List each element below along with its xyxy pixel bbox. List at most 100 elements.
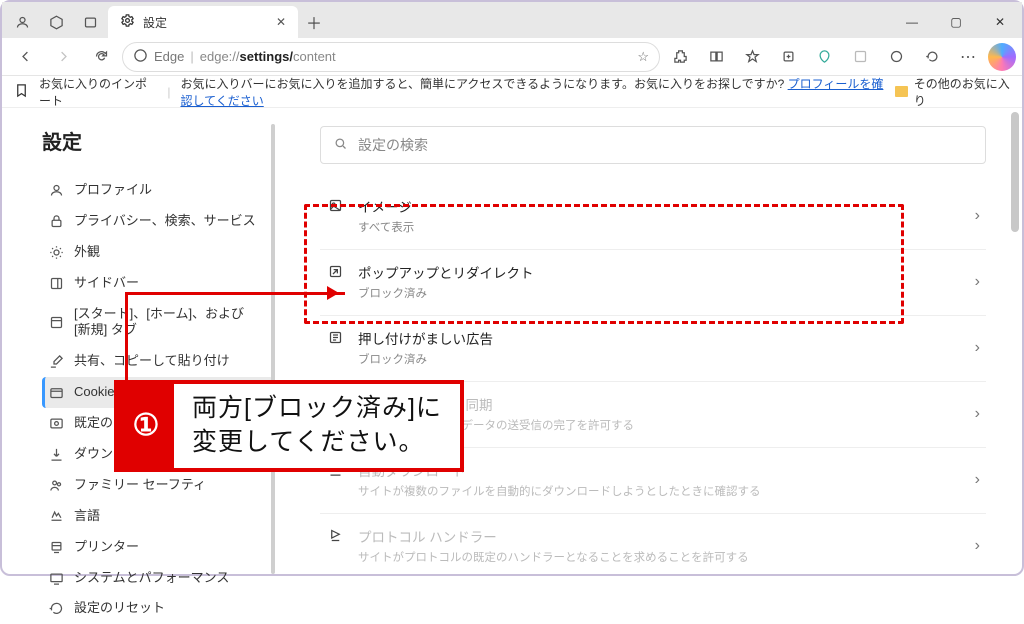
refresh-button[interactable] <box>84 42 118 72</box>
chevron-right-icon: › <box>975 339 980 357</box>
settings-search[interactable]: 設定の検索 <box>320 126 986 164</box>
more-icon[interactable]: ⋯ <box>952 42 984 72</box>
tab-title: 設定 <box>143 14 167 31</box>
sidebar-item-label: 外観 <box>74 244 100 261</box>
setting-title: 押し付けがましい広告 <box>358 328 961 348</box>
sidebar-item-13[interactable]: 設定のリセット <box>42 593 274 624</box>
url-box[interactable]: Edge | edge://settings/content ☆ <box>122 42 660 72</box>
bookmark-import-icon <box>14 83 29 101</box>
sidebar-icon <box>48 508 64 524</box>
sidebar-icon <box>48 446 64 462</box>
sidebar-item-label: 設定のリセット <box>74 600 165 617</box>
sidebar-item-label: 共有、コピーして貼り付け <box>74 353 230 370</box>
sidebar-icon <box>48 354 64 370</box>
annotation-arrow <box>125 292 345 295</box>
setting-row-1[interactable]: ポップアップとリダイレクトブロック済み› <box>320 249 986 315</box>
workspaces-icon[interactable] <box>40 6 72 38</box>
chevron-right-icon: › <box>975 471 980 489</box>
sidebar-icon <box>48 539 64 555</box>
sidebar-icon <box>48 385 64 401</box>
tab-settings[interactable]: 設定 ✕ <box>108 6 298 38</box>
setting-title: ポップアップとリダイレクト <box>358 262 961 282</box>
page-scrollbar[interactable] <box>1011 112 1019 232</box>
setting-row-2[interactable]: 押し付けがましい広告ブロック済み› <box>320 315 986 381</box>
downloads-icon[interactable] <box>880 42 912 72</box>
setting-subtitle: すべて表示 <box>358 219 961 235</box>
address-bar: Edge | edge://settings/content ☆ ⋯ <box>2 38 1022 76</box>
sidebar-item-2[interactable]: 外観 <box>42 237 274 268</box>
setting-row-5[interactable]: プロトコル ハンドラーサイトがプロトコルの既定のハンドラーとなることを求めること… <box>320 513 986 574</box>
extensions-icon[interactable] <box>664 42 696 72</box>
sidebar-item-label: プロファイル <box>74 182 152 199</box>
new-tab-button[interactable]: ＋ <box>300 10 328 34</box>
url-path: edge://settings/content <box>200 49 336 64</box>
sidebar-item-4[interactable]: [スタート]、[ホーム]、および [新規] タブ <box>42 299 274 347</box>
favorites-icon[interactable] <box>736 42 768 72</box>
forward-button <box>46 42 80 72</box>
folder-icon <box>895 86 907 97</box>
browser-essentials-icon[interactable] <box>808 42 840 72</box>
sidebar-icon <box>48 275 64 291</box>
collections-icon[interactable] <box>772 42 804 72</box>
sidebar-icon <box>48 570 64 586</box>
search-icon <box>333 136 348 154</box>
setting-subtitle: サイトが複数のファイルを自動的にダウンロードしようとしたときに確認する <box>358 483 961 499</box>
settings-sidebar: 設定 プロファイルプライバシー、検索、サービス外観サイドバー [スタート]、[ホー… <box>2 108 274 574</box>
setting-title: イメージ <box>358 196 961 216</box>
sidebar-icon <box>48 213 64 229</box>
edge-logo-icon <box>133 48 148 66</box>
close-icon[interactable]: ✕ <box>272 15 290 29</box>
split-screen-icon[interactable] <box>700 42 732 72</box>
sidebar-item-label: 言語 <box>74 508 100 525</box>
setting-icon <box>326 526 344 565</box>
minimize-button[interactable]: ― <box>890 6 934 38</box>
chevron-right-icon: › <box>975 537 980 555</box>
sidebar-item-label: プリンター <box>74 539 139 556</box>
sidebar-item-label: プライバシー、検索、サービス <box>74 213 256 230</box>
chevron-right-icon: › <box>975 405 980 423</box>
read-aloud-icon[interactable] <box>844 42 876 72</box>
settings-heading: 設定 <box>42 126 274 155</box>
sidebar-icon <box>48 182 64 198</box>
annotation-callout: ① 両方[ブロック済み]に変更してください。 <box>114 380 464 472</box>
sidebar-item-1[interactable]: プライバシー、検索、サービス <box>42 206 274 237</box>
search-placeholder: 設定の検索 <box>358 135 428 155</box>
back-button[interactable] <box>8 42 42 72</box>
sidebar-icon <box>48 477 64 493</box>
favorite-star-icon[interactable]: ☆ <box>637 49 649 65</box>
setting-title: プロトコル ハンドラー <box>358 526 961 546</box>
settings-main: 設定の検索 イメージすべて表示›ポップアップとリダイレクトブロック済み›押し付け… <box>274 108 1022 574</box>
close-window-button[interactable]: ✕ <box>978 6 1022 38</box>
sidebar-icon <box>48 416 64 432</box>
sidebar-icon <box>48 314 64 330</box>
import-favorites[interactable]: お気に入りのインポート <box>39 75 157 109</box>
other-favorites[interactable]: その他のお気に入り <box>914 75 1010 109</box>
tab-actions-icon[interactable] <box>74 6 106 38</box>
profile-icon[interactable] <box>6 6 38 38</box>
annotation-arrow-stem <box>125 292 128 380</box>
setting-icon <box>326 328 344 367</box>
sidebar-icon <box>48 244 64 260</box>
sidebar-item-9[interactable]: ファミリー セーフティ <box>42 470 274 501</box>
sidebar-item-5[interactable]: 共有、コピーして貼り付け <box>42 346 274 377</box>
setting-row-0[interactable]: イメージすべて表示 › <box>320 184 986 249</box>
chevron-right-icon: › <box>975 207 980 225</box>
sidebar-item-label: ファミリー セーフティ <box>74 477 206 494</box>
sidebar-item-label: サイドバー <box>74 275 139 292</box>
copilot-icon[interactable] <box>988 43 1016 71</box>
gear-icon <box>120 13 135 31</box>
sidebar-item-0[interactable]: プロファイル <box>42 175 274 206</box>
sidebar-icon <box>48 601 64 617</box>
history-icon[interactable] <box>916 42 948 72</box>
sidebar-item-label: [スタート]、[ホーム]、および [新規] タブ <box>74 306 264 340</box>
sidebar-item-label: システムとパフォーマンス <box>74 570 229 587</box>
setting-subtitle: サイトがプロトコルの既定のハンドラーとなることを求めることを許可する <box>358 549 961 565</box>
titlebar: 設定 ✕ ＋ ― ▢ ✕ <box>2 2 1022 38</box>
sidebar-item-10[interactable]: 言語 <box>42 501 274 532</box>
callout-text: 両方[ブロック済み]に変更してください。 <box>174 384 460 468</box>
sidebar-item-12[interactable]: システムとパフォーマンス <box>42 563 274 594</box>
maximize-button[interactable]: ▢ <box>934 6 978 38</box>
url-protocol: Edge <box>154 49 184 64</box>
favorites-bar: お気に入りのインポート | お気に入りバーにお気に入りを追加すると、簡単にアクセ… <box>2 76 1022 108</box>
sidebar-item-11[interactable]: プリンター <box>42 532 274 563</box>
